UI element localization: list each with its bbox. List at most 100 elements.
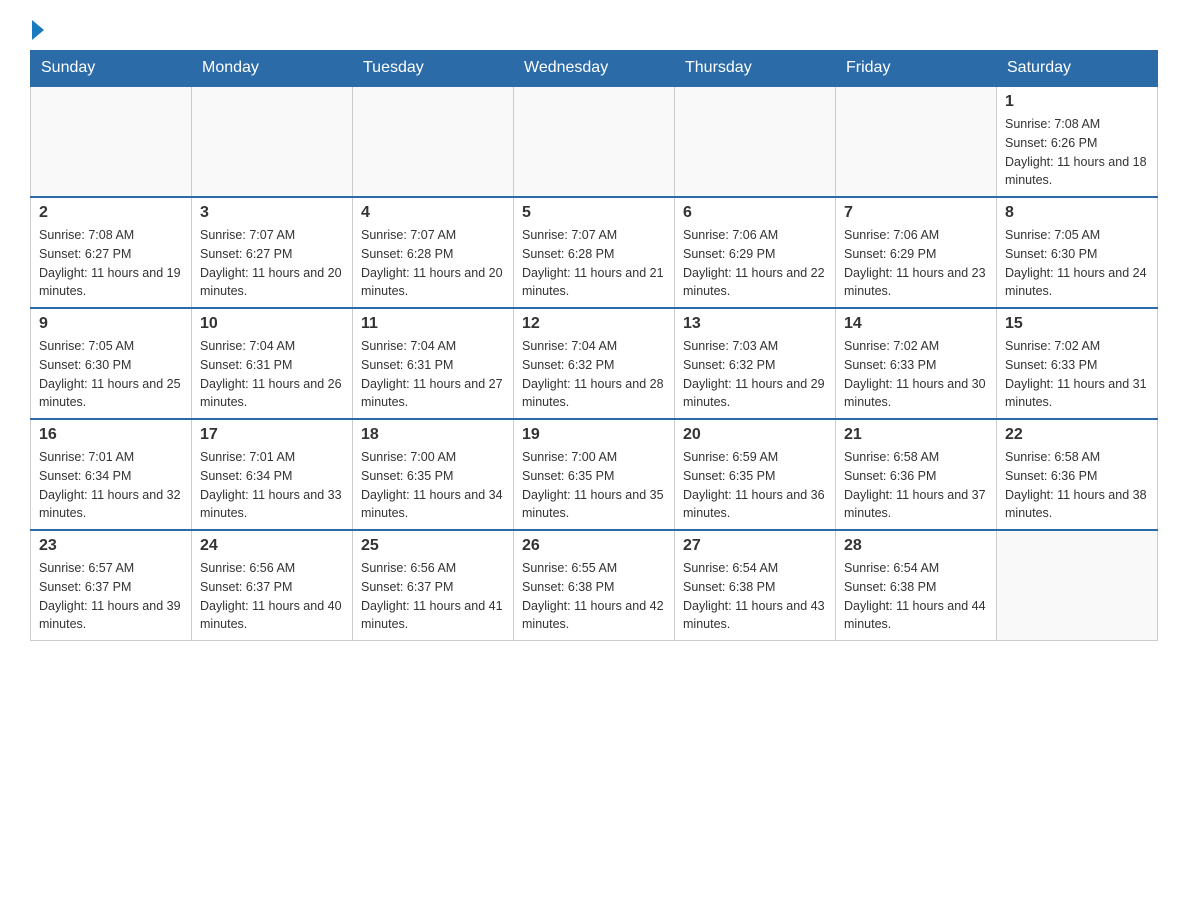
day-info: Sunrise: 6:55 AM Sunset: 6:38 PM Dayligh…	[522, 559, 666, 634]
day-number: 25	[361, 537, 505, 555]
day-info: Sunrise: 6:56 AM Sunset: 6:37 PM Dayligh…	[361, 559, 505, 634]
page-header	[30, 20, 1158, 40]
day-header-monday: Monday	[192, 51, 353, 87]
day-info: Sunrise: 7:00 AM Sunset: 6:35 PM Dayligh…	[522, 448, 666, 523]
day-number: 1	[1005, 93, 1149, 111]
calendar-cell: 21 Sunrise: 6:58 AM Sunset: 6:36 PM Dayli…	[836, 419, 997, 530]
calendar-cell: 16 Sunrise: 7:01 AM Sunset: 6:34 PM Dayli…	[31, 419, 192, 530]
calendar-cell: 9 Sunrise: 7:05 AM Sunset: 6:30 PM Daylig…	[31, 308, 192, 419]
day-number: 5	[522, 204, 666, 222]
day-number: 17	[200, 426, 344, 444]
day-number: 3	[200, 204, 344, 222]
day-info: Sunrise: 7:05 AM Sunset: 6:30 PM Dayligh…	[1005, 226, 1149, 301]
day-number: 6	[683, 204, 827, 222]
day-info: Sunrise: 7:07 AM Sunset: 6:28 PM Dayligh…	[361, 226, 505, 301]
calendar-cell: 26 Sunrise: 6:55 AM Sunset: 6:38 PM Dayli…	[514, 530, 675, 641]
calendar-cell: 22 Sunrise: 6:58 AM Sunset: 6:36 PM Dayli…	[997, 419, 1158, 530]
week-row-1: 1Sunrise: 7:08 AM Sunset: 6:26 PM Daylig…	[31, 86, 1158, 197]
day-info: Sunrise: 7:06 AM Sunset: 6:29 PM Dayligh…	[844, 226, 988, 301]
day-number: 2	[39, 204, 183, 222]
calendar-cell: 8 Sunrise: 7:05 AM Sunset: 6:30 PM Daylig…	[997, 197, 1158, 308]
day-number: 13	[683, 315, 827, 333]
day-info: Sunrise: 7:04 AM Sunset: 6:31 PM Dayligh…	[200, 337, 344, 412]
calendar-header-row: SundayMondayTuesdayWednesdayThursdayFrid…	[31, 51, 1158, 87]
calendar-cell: 28 Sunrise: 6:54 AM Sunset: 6:38 PM Dayli…	[836, 530, 997, 641]
calendar-cell: 10 Sunrise: 7:04 AM Sunset: 6:31 PM Dayli…	[192, 308, 353, 419]
week-row-3: 9 Sunrise: 7:05 AM Sunset: 6:30 PM Daylig…	[31, 308, 1158, 419]
day-number: 4	[361, 204, 505, 222]
day-number: 8	[1005, 204, 1149, 222]
logo-arrow-icon	[32, 20, 44, 40]
week-row-4: 16 Sunrise: 7:01 AM Sunset: 6:34 PM Dayli…	[31, 419, 1158, 530]
day-info: Sunrise: 7:02 AM Sunset: 6:33 PM Dayligh…	[1005, 337, 1149, 412]
day-header-sunday: Sunday	[31, 51, 192, 87]
calendar-cell: 27 Sunrise: 6:54 AM Sunset: 6:38 PM Dayli…	[675, 530, 836, 641]
calendar-cell: 17 Sunrise: 7:01 AM Sunset: 6:34 PM Dayli…	[192, 419, 353, 530]
calendar-cell	[192, 86, 353, 197]
day-number: 20	[683, 426, 827, 444]
day-header-thursday: Thursday	[675, 51, 836, 87]
calendar-table: SundayMondayTuesdayWednesdayThursdayFrid…	[30, 50, 1158, 641]
day-number: 16	[39, 426, 183, 444]
day-header-saturday: Saturday	[997, 51, 1158, 87]
day-info: Sunrise: 6:59 AM Sunset: 6:35 PM Dayligh…	[683, 448, 827, 523]
calendar-cell	[514, 86, 675, 197]
day-header-wednesday: Wednesday	[514, 51, 675, 87]
day-info: Sunrise: 7:07 AM Sunset: 6:28 PM Dayligh…	[522, 226, 666, 301]
day-info: Sunrise: 7:01 AM Sunset: 6:34 PM Dayligh…	[39, 448, 183, 523]
day-info: Sunrise: 6:58 AM Sunset: 6:36 PM Dayligh…	[844, 448, 988, 523]
calendar-cell: 18 Sunrise: 7:00 AM Sunset: 6:35 PM Dayli…	[353, 419, 514, 530]
day-info: Sunrise: 7:06 AM Sunset: 6:29 PM Dayligh…	[683, 226, 827, 301]
calendar-cell: 5 Sunrise: 7:07 AM Sunset: 6:28 PM Daylig…	[514, 197, 675, 308]
calendar-cell: 24 Sunrise: 6:56 AM Sunset: 6:37 PM Dayli…	[192, 530, 353, 641]
calendar-cell: 7 Sunrise: 7:06 AM Sunset: 6:29 PM Daylig…	[836, 197, 997, 308]
day-info: Sunrise: 6:54 AM Sunset: 6:38 PM Dayligh…	[683, 559, 827, 634]
calendar-cell: 6 Sunrise: 7:06 AM Sunset: 6:29 PM Daylig…	[675, 197, 836, 308]
calendar-cell: 13 Sunrise: 7:03 AM Sunset: 6:32 PM Dayli…	[675, 308, 836, 419]
day-number: 26	[522, 537, 666, 555]
day-info: Sunrise: 7:00 AM Sunset: 6:35 PM Dayligh…	[361, 448, 505, 523]
day-number: 28	[844, 537, 988, 555]
day-number: 11	[361, 315, 505, 333]
day-info: Sunrise: 6:56 AM Sunset: 6:37 PM Dayligh…	[200, 559, 344, 634]
day-info: Sunrise: 7:03 AM Sunset: 6:32 PM Dayligh…	[683, 337, 827, 412]
logo	[30, 20, 46, 40]
day-info: Sunrise: 6:58 AM Sunset: 6:36 PM Dayligh…	[1005, 448, 1149, 523]
week-row-2: 2 Sunrise: 7:08 AM Sunset: 6:27 PM Daylig…	[31, 197, 1158, 308]
day-number: 19	[522, 426, 666, 444]
calendar-cell: 2 Sunrise: 7:08 AM Sunset: 6:27 PM Daylig…	[31, 197, 192, 308]
calendar-cell: 11 Sunrise: 7:04 AM Sunset: 6:31 PM Dayli…	[353, 308, 514, 419]
day-number: 18	[361, 426, 505, 444]
calendar-cell: 3 Sunrise: 7:07 AM Sunset: 6:27 PM Daylig…	[192, 197, 353, 308]
calendar-cell	[836, 86, 997, 197]
day-number: 15	[1005, 315, 1149, 333]
day-info: Sunrise: 6:54 AM Sunset: 6:38 PM Dayligh…	[844, 559, 988, 634]
calendar-cell	[675, 86, 836, 197]
day-number: 23	[39, 537, 183, 555]
day-info: Sunrise: 7:08 AM Sunset: 6:27 PM Dayligh…	[39, 226, 183, 301]
day-number: 21	[844, 426, 988, 444]
calendar-cell: 1Sunrise: 7:08 AM Sunset: 6:26 PM Daylig…	[997, 86, 1158, 197]
day-number: 12	[522, 315, 666, 333]
calendar-cell: 15 Sunrise: 7:02 AM Sunset: 6:33 PM Dayli…	[997, 308, 1158, 419]
calendar-cell: 4 Sunrise: 7:07 AM Sunset: 6:28 PM Daylig…	[353, 197, 514, 308]
day-info: Sunrise: 7:05 AM Sunset: 6:30 PM Dayligh…	[39, 337, 183, 412]
calendar-cell: 12 Sunrise: 7:04 AM Sunset: 6:32 PM Dayli…	[514, 308, 675, 419]
day-header-tuesday: Tuesday	[353, 51, 514, 87]
day-number: 10	[200, 315, 344, 333]
calendar-cell	[31, 86, 192, 197]
day-info: Sunrise: 7:07 AM Sunset: 6:27 PM Dayligh…	[200, 226, 344, 301]
day-number: 27	[683, 537, 827, 555]
calendar-cell: 20 Sunrise: 6:59 AM Sunset: 6:35 PM Dayli…	[675, 419, 836, 530]
calendar-cell: 14Sunrise: 7:02 AM Sunset: 6:33 PM Dayli…	[836, 308, 997, 419]
day-number: 9	[39, 315, 183, 333]
day-info: Sunrise: 7:01 AM Sunset: 6:34 PM Dayligh…	[200, 448, 344, 523]
calendar-cell	[353, 86, 514, 197]
day-number: 7	[844, 204, 988, 222]
day-info: Sunrise: 7:04 AM Sunset: 6:31 PM Dayligh…	[361, 337, 505, 412]
calendar-cell: 23Sunrise: 6:57 AM Sunset: 6:37 PM Dayli…	[31, 530, 192, 641]
day-info: Sunrise: 7:04 AM Sunset: 6:32 PM Dayligh…	[522, 337, 666, 412]
day-number: 24	[200, 537, 344, 555]
day-number: 22	[1005, 426, 1149, 444]
calendar-cell: 19 Sunrise: 7:00 AM Sunset: 6:35 PM Dayli…	[514, 419, 675, 530]
